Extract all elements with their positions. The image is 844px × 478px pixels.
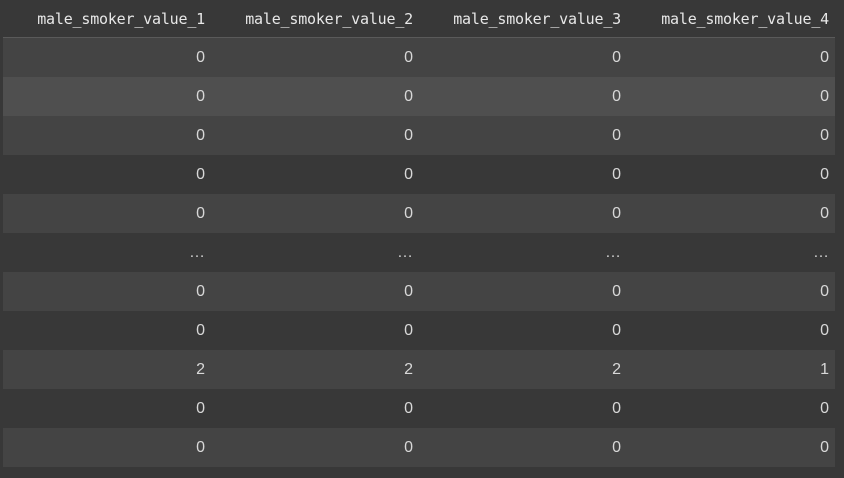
table-row: 0 0 0 0 bbox=[3, 194, 835, 233]
ellipsis-cell: … bbox=[3, 233, 211, 272]
table-cell: 0 bbox=[3, 428, 211, 467]
table-cell: 0 bbox=[211, 311, 419, 350]
table-cell: 0 bbox=[211, 272, 419, 311]
table-cell: 0 bbox=[419, 37, 627, 77]
table-cell: 0 bbox=[419, 311, 627, 350]
ellipsis-cell: … bbox=[419, 233, 627, 272]
table-cell: 0 bbox=[211, 194, 419, 233]
table-cell: 0 bbox=[3, 272, 211, 311]
table-cell: 0 bbox=[627, 194, 835, 233]
table-row: 0 0 0 0 bbox=[3, 389, 835, 428]
table-cell: 0 bbox=[3, 311, 211, 350]
table-cell: 0 bbox=[419, 272, 627, 311]
table-row: 0 0 0 0 bbox=[3, 77, 835, 116]
table-cell: 0 bbox=[211, 77, 419, 116]
data-table: male_smoker_value_1 male_smoker_value_2 … bbox=[3, 0, 835, 467]
table-cell: 0 bbox=[627, 389, 835, 428]
table-cell: 2 bbox=[211, 350, 419, 389]
table-cell: 0 bbox=[3, 37, 211, 77]
table-cell: 0 bbox=[211, 428, 419, 467]
column-header[interactable]: male_smoker_value_4 bbox=[627, 0, 835, 38]
table-cell: 2 bbox=[419, 350, 627, 389]
table-row: 0 0 0 0 bbox=[3, 37, 835, 77]
table-cell: 0 bbox=[627, 428, 835, 467]
ellipsis-row: … … … … bbox=[3, 233, 835, 272]
table-row: 0 0 0 0 bbox=[3, 116, 835, 155]
table-row: 0 0 0 0 bbox=[3, 272, 835, 311]
table-cell: 0 bbox=[627, 77, 835, 116]
table-cell: 0 bbox=[211, 155, 419, 194]
table-cell: 0 bbox=[627, 311, 835, 350]
table-cell: 0 bbox=[419, 194, 627, 233]
table-body: 0 0 0 0 0 0 0 0 0 0 0 0 0 0 0 0 0 0 0 0 … bbox=[3, 37, 835, 467]
table-cell: 0 bbox=[211, 116, 419, 155]
table-cell: 0 bbox=[627, 116, 835, 155]
table-cell: 0 bbox=[419, 77, 627, 116]
table-row: 0 0 0 0 bbox=[3, 428, 835, 467]
table-header: male_smoker_value_1 male_smoker_value_2 … bbox=[3, 0, 835, 38]
table-cell: 0 bbox=[419, 428, 627, 467]
column-header[interactable]: male_smoker_value_2 bbox=[211, 0, 419, 38]
column-header[interactable]: male_smoker_value_3 bbox=[419, 0, 627, 38]
table-cell: 0 bbox=[3, 77, 211, 116]
ellipsis-cell: … bbox=[627, 233, 835, 272]
header-row: male_smoker_value_1 male_smoker_value_2 … bbox=[3, 0, 835, 38]
table-row: 0 0 0 0 bbox=[3, 311, 835, 350]
table-cell: 0 bbox=[3, 389, 211, 428]
table-cell: 0 bbox=[419, 116, 627, 155]
table-cell: 0 bbox=[419, 389, 627, 428]
table-row: 2 2 2 1 bbox=[3, 350, 835, 389]
table-cell: 1 bbox=[627, 350, 835, 389]
table-cell: 0 bbox=[211, 37, 419, 77]
table-cell: 0 bbox=[3, 194, 211, 233]
table-cell: 0 bbox=[211, 389, 419, 428]
table-cell: 0 bbox=[627, 37, 835, 77]
table-cell: 0 bbox=[627, 155, 835, 194]
table-cell: 0 bbox=[627, 272, 835, 311]
table-cell: 2 bbox=[3, 350, 211, 389]
table-cell: 0 bbox=[419, 155, 627, 194]
column-header[interactable]: male_smoker_value_1 bbox=[3, 0, 211, 38]
table-cell: 0 bbox=[3, 116, 211, 155]
table-cell: 0 bbox=[3, 155, 211, 194]
dataframe-output: male_smoker_value_1 male_smoker_value_2 … bbox=[0, 0, 844, 478]
table-row: 0 0 0 0 bbox=[3, 155, 835, 194]
ellipsis-cell: … bbox=[211, 233, 419, 272]
